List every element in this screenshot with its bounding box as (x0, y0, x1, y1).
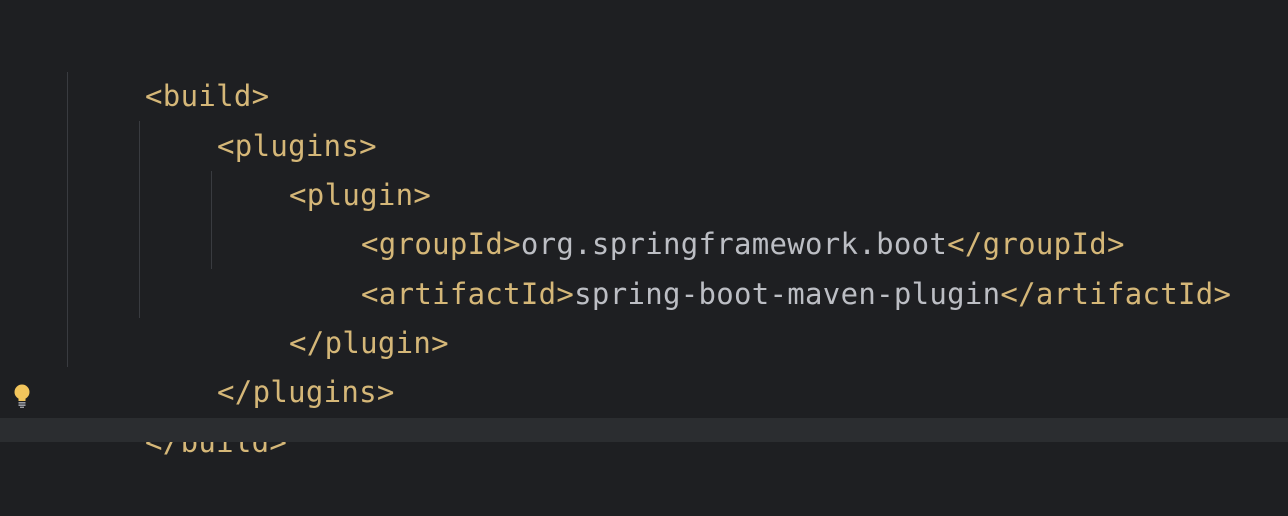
code-line[interactable]: <build> (74, 23, 269, 113)
lightbulb-icon[interactable] (11, 383, 33, 409)
code-line[interactable]: </build> (74, 369, 287, 459)
code-line[interactable]: <groupId>org.springframework.boot</group… (74, 171, 1125, 261)
code-editor[interactable]: <build> <plugins> <plugin> <groupId>org.… (0, 0, 1288, 459)
code-line[interactable]: <plugins> (74, 73, 377, 163)
editor-bottom-strip (0, 418, 1288, 442)
xml-text: spring-boot-maven-plugin (574, 277, 1001, 311)
indent-guide (67, 72, 68, 367)
code-line[interactable]: <artifactId>spring-boot-maven-plugin</ar… (74, 221, 1231, 311)
code-line[interactable]: <plugin> (74, 122, 431, 212)
xml-close-tag: </artifactId> (1000, 277, 1232, 311)
code-line[interactable]: </plugin> (74, 270, 449, 360)
code-line[interactable]: </plugins> (74, 319, 395, 409)
